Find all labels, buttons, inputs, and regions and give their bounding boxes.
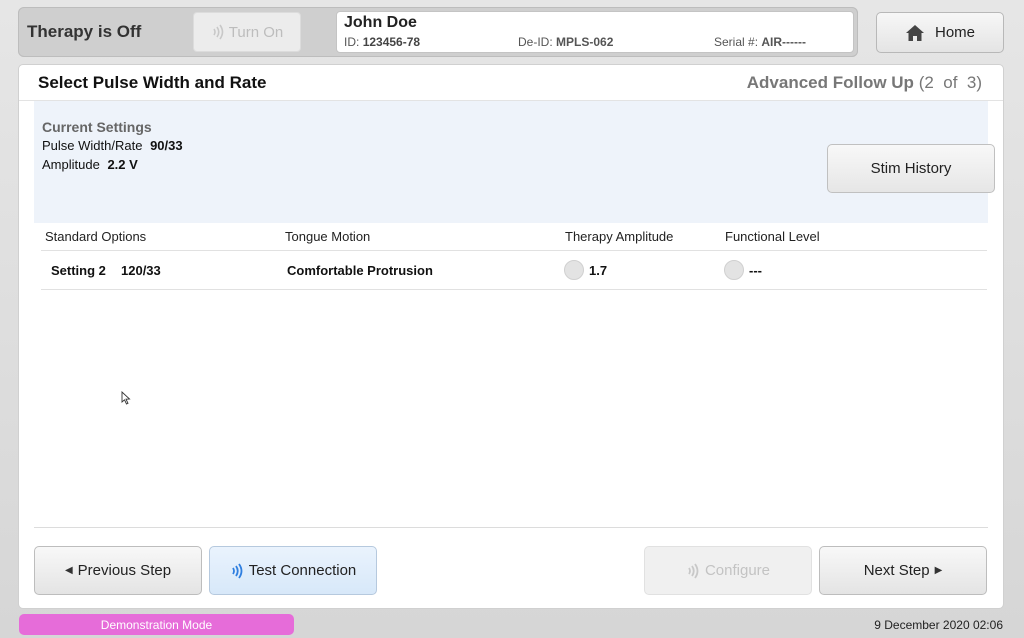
triangle-right-icon: ▶ (934, 565, 943, 576)
page-title: Select Pulse Width and Rate (38, 73, 267, 92)
home-label: Home (934, 24, 975, 41)
mouse-cursor-icon (121, 391, 131, 405)
datetime: 9 December 2020 02:06 (874, 618, 1003, 632)
patient-id: ID: 123456-78 (344, 35, 420, 49)
header-standard-options: Standard Options (45, 229, 147, 244)
header-divider (41, 250, 987, 251)
row-tongue-motion: Comfortable Protrusion (287, 263, 433, 278)
current-settings-box: Current Settings Pulse Width/Rate 90/33 … (34, 101, 995, 223)
signal-icon (211, 24, 225, 40)
previous-step-label: Previous Step (77, 562, 172, 579)
previous-step-button[interactable]: ◀ Previous Step (34, 546, 202, 595)
demonstration-mode-badge: Demonstration Mode (19, 614, 294, 635)
header-tongue-motion: Tongue Motion (285, 229, 371, 244)
row-setting: Setting 2 (51, 263, 106, 278)
patient-serial-value: AIR------ (761, 35, 807, 49)
configure-label: Configure (704, 562, 771, 579)
patient-deid: De-ID: MPLS-062 (518, 35, 613, 49)
step-progress: (2 of 3) (918, 73, 982, 92)
row-therapy-amplitude: 1.7 (589, 263, 608, 278)
turn-on-button[interactable]: Turn On (193, 12, 301, 52)
triangle-left-icon: ◀ (64, 565, 73, 576)
table-header: Standard Options Tongue Motion Therapy A… (19, 229, 1003, 251)
patient-name: John Doe (344, 14, 417, 31)
test-connection-button[interactable]: Test Connection (209, 546, 377, 595)
signal-icon (686, 562, 700, 580)
next-step-label: Next Step (863, 562, 930, 579)
pulse-rate-value: 90/33 (150, 138, 183, 153)
main-panel: Select Pulse Width and Rate Advanced Fol… (18, 64, 1004, 609)
next-step-button[interactable]: Next Step ▶ (819, 546, 987, 595)
demo-mode-label: Demonstration Mode (100, 617, 213, 632)
therapy-amplitude-radio[interactable] (564, 260, 584, 280)
current-pulse-rate: Pulse Width/Rate 90/33 (42, 138, 183, 153)
footer-divider (34, 527, 988, 528)
patient-deid-value: MPLS-062 (556, 35, 614, 49)
row-pulse-rate: 120/33 (121, 263, 161, 278)
patient-id-label: ID: (344, 35, 360, 49)
configure-button[interactable]: Configure (644, 546, 812, 595)
patient-serial-label: Serial #: (714, 35, 759, 49)
header-therapy-amplitude: Therapy Amplitude (565, 229, 674, 244)
home-icon (905, 24, 925, 42)
patient-card: John Doe ID: 123456-78 De-ID: MPLS-062 S… (336, 11, 854, 53)
amplitude-label: Amplitude (42, 157, 100, 172)
table-row[interactable]: Setting 2 120/33 Comfortable Protrusion … (19, 259, 1003, 285)
step-name: Advanced Follow Up (746, 73, 914, 92)
header-functional-level: Functional Level (725, 229, 820, 244)
step-indicator: Advanced Follow Up (2 of 3) (747, 73, 982, 93)
row-divider (41, 289, 987, 290)
pulse-rate-label: Pulse Width/Rate (42, 138, 143, 153)
stim-history-button[interactable]: Stim History (827, 144, 995, 193)
turn-on-label: Turn On (228, 23, 284, 41)
test-connection-label: Test Connection (248, 562, 357, 579)
stim-history-label: Stim History (870, 160, 952, 177)
row-functional-level: --- (749, 263, 762, 278)
functional-level-radio[interactable] (724, 260, 744, 280)
patient-serial: Serial #: AIR------ (714, 35, 806, 49)
amplitude-value: 2.2 V (107, 157, 138, 172)
signal-icon (230, 562, 244, 580)
current-settings-title: Current Settings (42, 119, 152, 135)
current-amplitude: Amplitude 2.2 V (42, 157, 138, 172)
patient-id-value: 123456-78 (362, 35, 421, 49)
patient-deid-label: De-ID: (518, 35, 553, 49)
home-button[interactable]: Home (876, 12, 1004, 53)
therapy-status: Therapy is Off (27, 22, 142, 41)
top-status-bar: Therapy is Off Turn On John Doe ID: 1234… (18, 7, 858, 57)
